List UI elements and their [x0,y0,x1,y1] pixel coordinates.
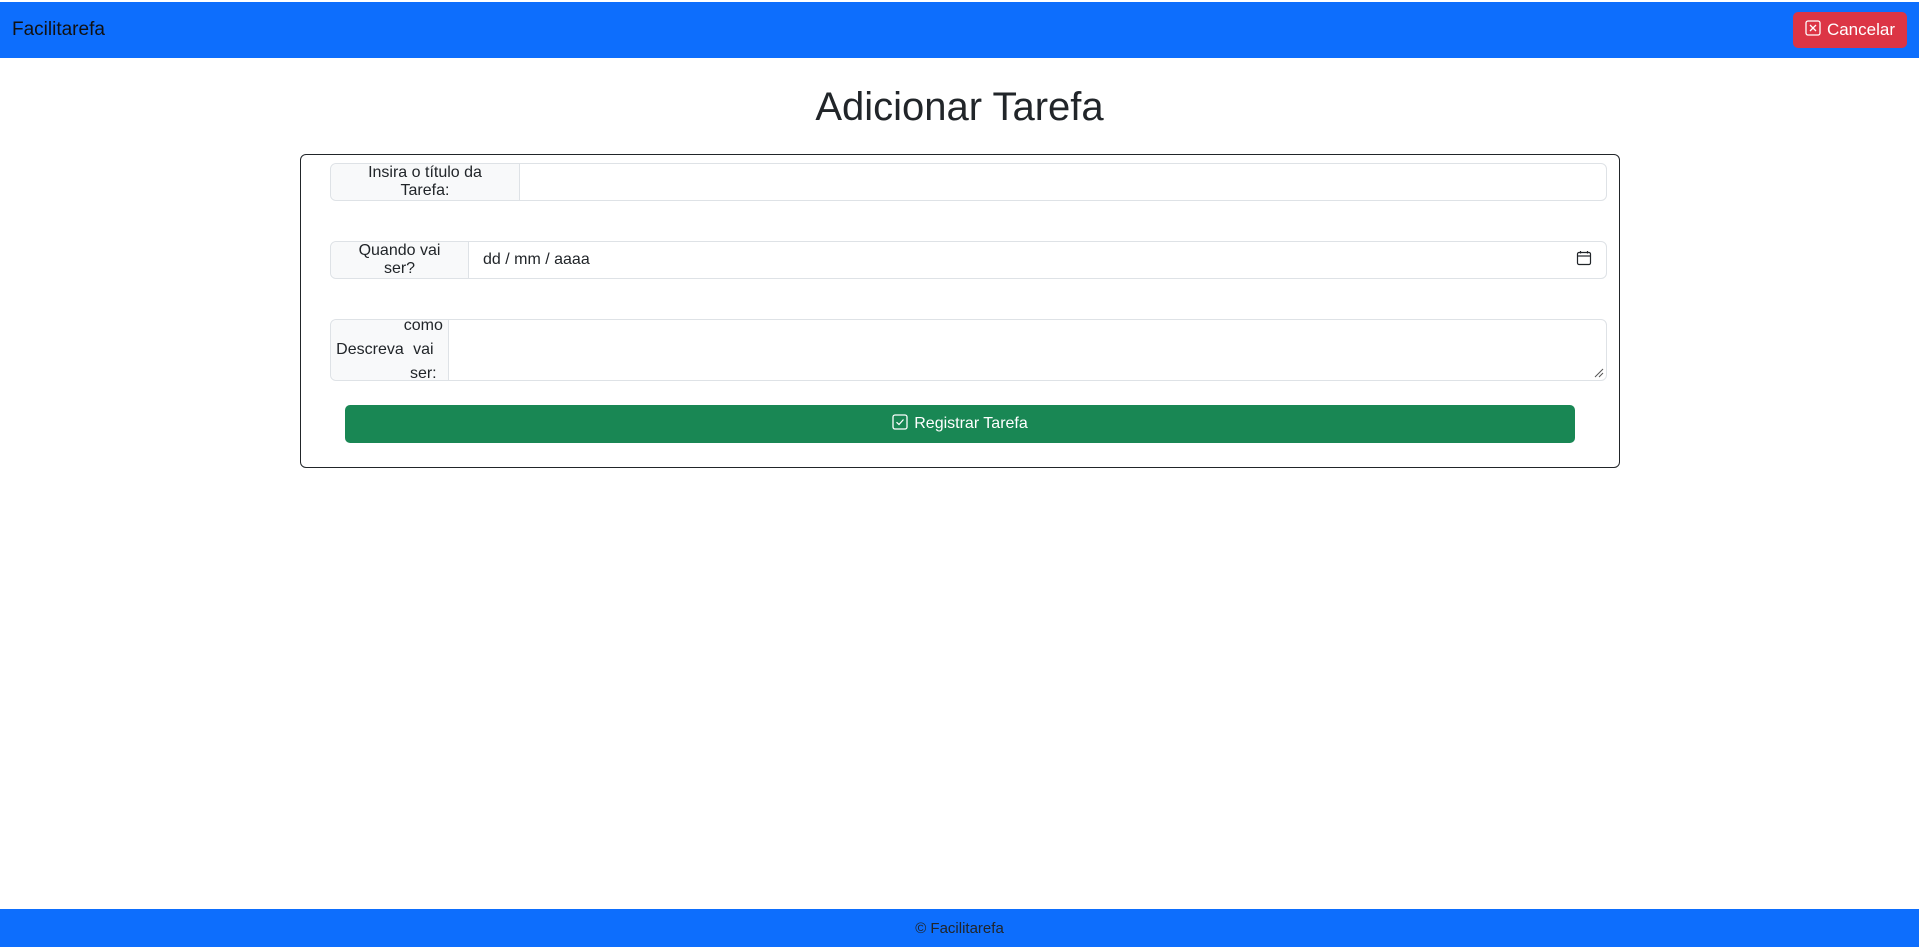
x-square-icon [1805,19,1821,41]
date-input-group: Quando vai ser? dd / mm / aaaa [330,241,1607,279]
date-placeholder: dd / mm / aaaa [483,251,590,268]
description-input-group: Descreva como vai ser: [330,317,1607,382]
date-label: Quando vai ser? [331,242,469,278]
navbar: Facilitarefa Cancelar [0,2,1919,58]
description-label-line2: como vai ser: [403,317,443,382]
register-task-label: Registrar Tarefa [914,415,1028,432]
date-input[interactable]: dd / mm / aaaa [469,242,1606,278]
cancel-label: Cancelar [1826,20,1895,39]
check-square-icon [892,413,908,435]
brand[interactable]: Facilitarefa [12,19,105,41]
title-label: Insira o título da Tarefa: [331,164,520,200]
register-task-button[interactable]: Registrar Tarefa [345,405,1575,443]
resize-handle-icon[interactable] [1592,366,1604,378]
description-label-line1: Descreva [336,341,404,358]
cancel-button[interactable]: Cancelar [1792,12,1907,48]
title-input-group: Insira o título da Tarefa: [330,163,1607,201]
description-textarea[interactable] [449,320,1606,380]
calendar-icon[interactable] [1576,250,1592,271]
page-title: Adicionar Tarefa [815,85,1104,129]
footer-text: © Facilitarefa [915,919,1004,937]
title-input[interactable] [520,164,1606,200]
description-label: Descreva como vai ser: [331,317,449,382]
task-form-card: Insira o título da Tarefa: Quando vai se… [300,154,1620,468]
footer: © Facilitarefa [0,909,1919,947]
